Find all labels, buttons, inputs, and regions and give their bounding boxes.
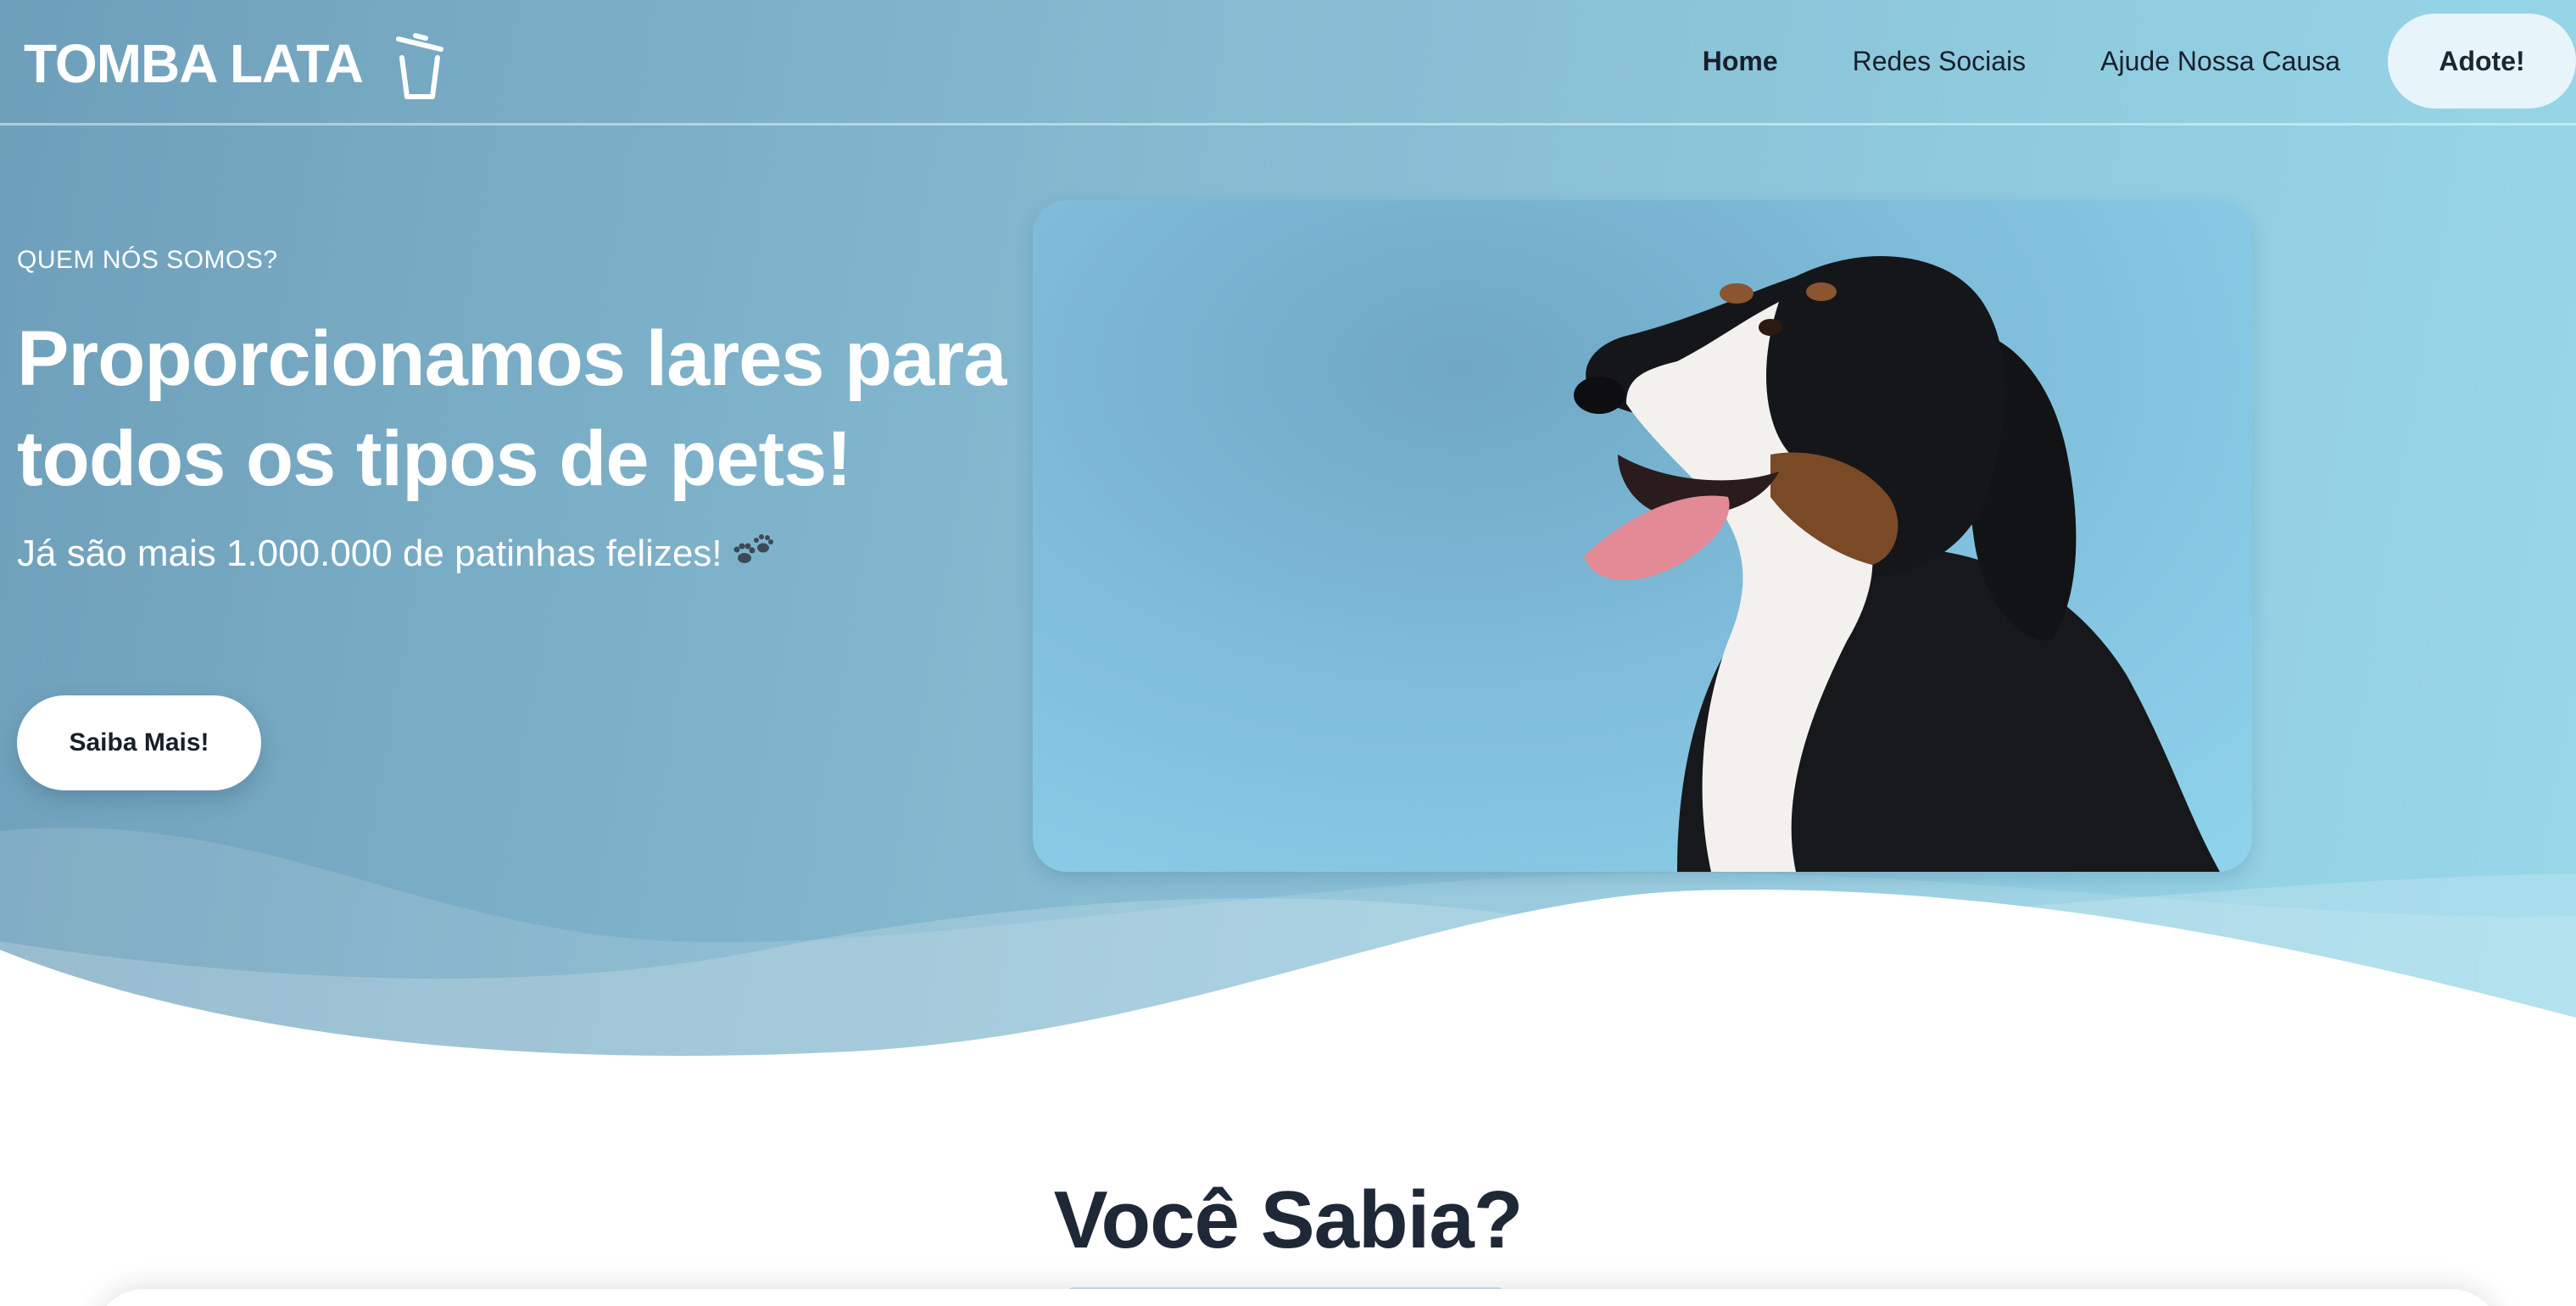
section-title-voce-sabia: Você Sabia?: [1053, 1175, 1524, 1265]
saiba-mais-button[interactable]: Saiba Mais!: [17, 695, 261, 790]
brand-logo[interactable]: TOMBA LATA: [24, 25, 448, 102]
hero-eyebrow: QUEM NÓS SOMOS?: [17, 246, 278, 274]
hero-subline-text: Já são mais 1.000.000 de patinhas felize…: [17, 533, 722, 574]
brand-name: TOMBA LATA: [24, 33, 364, 94]
nav-menu: Home Redes Sociais Ajude Nossa Causa Ado…: [1703, 14, 2576, 109]
hero-dog-photo: [1033, 200, 2252, 872]
adote-button[interactable]: Adote!: [2388, 14, 2576, 109]
trash-can-icon: [396, 33, 443, 99]
hero-headline: Proporcionamos lares para todos os tipos…: [17, 309, 1018, 509]
hero-subline: Já são mais 1.000.000 de patinhas felize…: [17, 533, 1018, 575]
dog-illustration: [1574, 256, 2220, 872]
nav-link-home[interactable]: Home: [1703, 46, 1778, 77]
nav-link-ajude-nossa-causa[interactable]: Ajude Nossa Causa: [2100, 46, 2340, 77]
hero-headline-line-2: todos os tipos de pets!: [17, 416, 852, 502]
navbar: TOMBA LATA Home Redes Sociais Ajude Noss…: [0, 0, 2576, 126]
hero-text: QUEM NÓS SOMOS? Proporcionamos lares par…: [17, 246, 1018, 575]
nav-link-redes-sociais[interactable]: Redes Sociais: [1853, 46, 2027, 77]
hero-headline-line-1: Proporcionamos lares para: [17, 315, 1006, 402]
paw-prints-icon: [733, 534, 773, 563]
info-card-top-edge: [93, 1289, 2501, 1306]
hero-section: TOMBA LATA Home Redes Sociais Ajude Noss…: [0, 0, 2576, 1069]
